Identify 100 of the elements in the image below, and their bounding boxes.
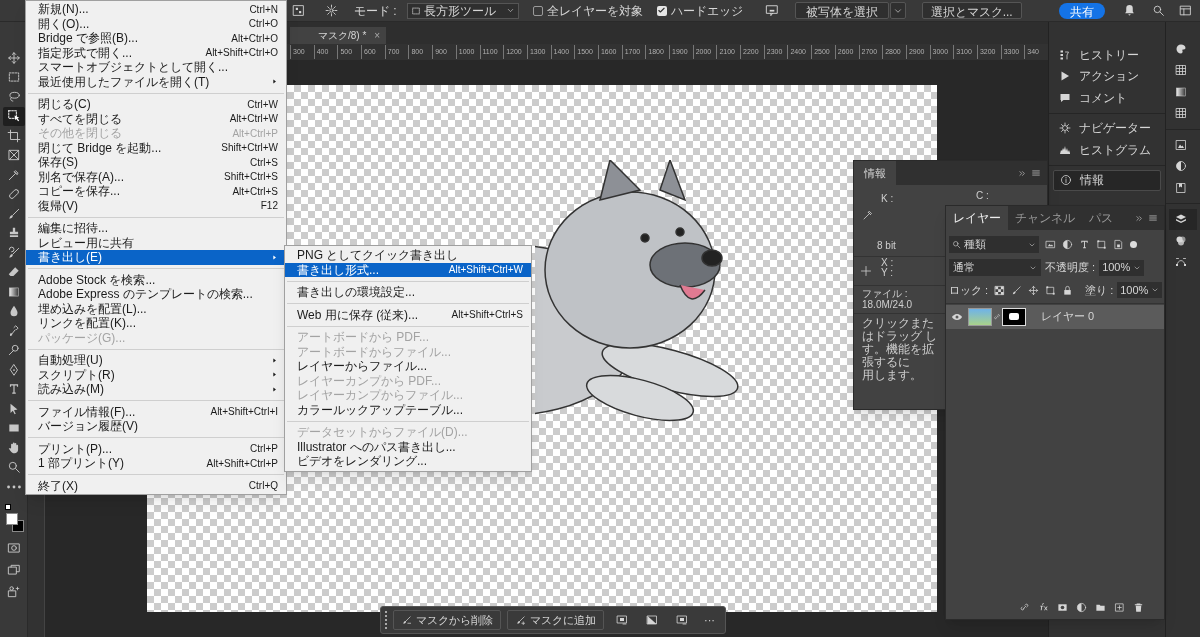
menu-item[interactable]: 指定形式で開く... Alt+Shift+Ctrl+O <box>26 45 286 60</box>
menu-item[interactable]: 自動処理(U) <box>26 353 286 368</box>
menu-item[interactable]: カラールックアップテーブル... <box>285 402 531 417</box>
panel-button[interactable]: アクション <box>1053 65 1161 87</box>
image-filter-button[interactable] <box>1045 239 1056 250</box>
text-filter-button[interactable] <box>1079 239 1090 250</box>
panel-tab[interactable]: チャンネル <box>1008 206 1082 230</box>
object-select-tool[interactable] <box>2 106 25 126</box>
menu-item[interactable]: Web 用に保存 (従来)... Alt+Shift+Ctrl+S <box>285 307 531 322</box>
menu-item[interactable]: 書き出し(E) <box>26 250 286 265</box>
panel-button[interactable]: 情報 <box>1053 169 1161 191</box>
menu-item[interactable]: 終了(X) Ctrl+Q <box>26 478 286 493</box>
info-tab[interactable]: 情報 <box>854 161 896 185</box>
workspace-button[interactable] <box>1179 4 1192 17</box>
menu-item[interactable]: PNG としてクイック書き出し <box>285 248 531 263</box>
menu-item[interactable]: Illustrator へのパス書き出し... <box>285 439 531 454</box>
close-tab-button[interactable]: × <box>374 28 381 43</box>
transform-filter-button[interactable] <box>1096 239 1107 250</box>
panel-button[interactable]: コメント <box>1053 87 1161 109</box>
lock-lock-button[interactable] <box>1062 284 1074 296</box>
layers-panel-button[interactable] <box>1169 208 1197 230</box>
adjustments-layer-button[interactable] <box>1076 602 1087 613</box>
notifications-button[interactable] <box>1123 4 1136 17</box>
layer-row[interactable]: レイヤー 0 <box>946 304 1164 329</box>
menu-item[interactable]: 1 部プリント(Y) Alt+Shift+Ctrl+P <box>26 456 286 471</box>
mask-layer-button[interactable] <box>1057 602 1068 613</box>
checkbox[interactable] <box>532 5 543 16</box>
generate-icon <box>6 584 21 599</box>
lock-checker-button[interactable] <box>994 284 1006 296</box>
menu-item[interactable]: すべてを閉じる Alt+Ctrl+W <box>26 111 286 126</box>
menu-item[interactable]: リンクを配置(K)... <box>26 316 286 331</box>
menu-item[interactable]: 別名で保存(A)... Shift+Ctrl+S <box>26 169 286 184</box>
menu-lines-icon[interactable] <box>1031 168 1041 178</box>
blend-mode-dropdown[interactable]: 通常 <box>949 259 1041 276</box>
menu-item[interactable]: 読み込み(M) <box>26 382 286 397</box>
menu-item[interactable]: 最近使用したファイルを開く(T) <box>26 74 286 89</box>
menu-item[interactable]: 埋め込みを配置(L)... <box>26 301 286 316</box>
lock-transform-button[interactable] <box>1045 284 1057 296</box>
mask-button[interactable]: マスクから削除 <box>393 610 501 630</box>
panel-tab[interactable]: レイヤー <box>946 206 1008 230</box>
select-subject-button[interactable]: 被写体を選択 <box>794 2 889 19</box>
menu-item[interactable]: バージョン履歴(V) <box>26 419 286 434</box>
more-button[interactable]: ··· <box>700 611 719 629</box>
menu-item[interactable]: コピーを保存... Alt+Ctrl+S <box>26 184 286 199</box>
menu-item[interactable]: 編集に招待... <box>26 221 286 236</box>
menu-item[interactable]: Adobe Stock を検索... <box>26 272 286 287</box>
lock-brush-button[interactable] <box>1011 284 1023 296</box>
settings-button[interactable] <box>325 4 338 17</box>
menu-item[interactable]: 新規(N)... Ctrl+N <box>26 2 286 17</box>
menu-lines-icon[interactable] <box>1148 213 1158 223</box>
filter-toggle[interactable] <box>1130 241 1137 248</box>
adjustments-filter-button[interactable] <box>1062 239 1073 250</box>
menu-item[interactable]: スクリプト(R) <box>26 367 286 382</box>
menu-item[interactable]: 閉じる(C) Ctrl+W <box>26 97 286 112</box>
history-brush-icon <box>6 245 21 260</box>
panel-tab[interactable]: パス <box>1082 206 1120 230</box>
panel-button[interactable]: ナビゲーター <box>1053 117 1161 139</box>
panel-button[interactable]: ヒストグラム <box>1053 139 1161 161</box>
folder-layer-button[interactable] <box>1095 602 1106 613</box>
grip-handle[interactable] <box>385 611 387 629</box>
menu-item[interactable]: レビュー用に共有 <box>26 235 286 250</box>
document-tab[interactable]: マスク/8) * × <box>290 27 387 44</box>
menu-item[interactable]: レイヤーからファイル... <box>285 359 531 374</box>
layer-filter-dropdown[interactable]: 種類 <box>949 236 1039 253</box>
menu-item[interactable]: Adobe Express のテンプレートの検索... <box>26 287 286 302</box>
menu-item[interactable]: ファイル情報(F)... Alt+Shift+Ctrl+I <box>26 404 286 419</box>
search-button[interactable] <box>1152 4 1165 17</box>
menu-item[interactable]: 復帰(V) F12 <box>26 198 286 213</box>
double-chevron-icon[interactable] <box>1135 213 1144 223</box>
menu-item[interactable]: Bridge で参照(B)... Alt+Ctrl+O <box>26 31 286 46</box>
option-checkbox[interactable]: 全レイヤーを対象 <box>532 1 643 20</box>
menu-item[interactable]: スマートオブジェクトとして開く... <box>26 60 286 75</box>
trash-layer-button[interactable] <box>1133 602 1144 613</box>
fx-layer-button[interactable] <box>1038 602 1049 613</box>
share-button[interactable]: 共有 <box>1059 2 1105 19</box>
checkbox[interactable] <box>656 5 667 16</box>
menu-item[interactable]: 書き出しの環境設定... <box>285 285 531 300</box>
checker-icon <box>994 284 1006 296</box>
menu-item[interactable]: 閉じて Bridge を起動... Shift+Ctrl+W <box>26 140 286 155</box>
lock-move-button[interactable] <box>1028 284 1040 296</box>
speech-button[interactable] <box>764 3 779 18</box>
fill-field[interactable]: 100% <box>1117 282 1163 299</box>
mask-button[interactable]: マスクに追加 <box>507 610 604 630</box>
menu-item[interactable]: 開く(O)... Ctrl+O <box>26 16 286 31</box>
tool-preset-button[interactable] <box>292 4 305 17</box>
new-layer-button[interactable] <box>1114 602 1125 613</box>
menu-item[interactable]: プリント(P)... Ctrl+P <box>26 441 286 456</box>
menu-item[interactable]: ビデオをレンダリング... <box>285 454 531 469</box>
panel-button[interactable]: ヒストリー <box>1053 44 1161 66</box>
link-layer-button[interactable] <box>1019 602 1030 613</box>
menu-item[interactable]: 書き出し形式... Alt+Shift+Ctrl+W <box>285 262 531 277</box>
opacity-field[interactable]: 100% <box>1099 259 1145 276</box>
mode-dropdown[interactable]: 長方形ツール <box>406 2 519 19</box>
menu-item[interactable]: 保存(S) Ctrl+S <box>26 155 286 170</box>
libraries-icon <box>1175 138 1187 151</box>
double-chevron-icon[interactable] <box>1018 168 1027 178</box>
option-checkbox[interactable]: ハードエッジ <box>656 1 743 20</box>
info-hint-text: クリックまたはドラッグ し す。機能を拡張するに 用します。 <box>862 317 939 382</box>
comments-icon <box>1059 91 1071 104</box>
select-and-mask-button[interactable]: 選択とマスク... <box>921 2 1022 19</box>
